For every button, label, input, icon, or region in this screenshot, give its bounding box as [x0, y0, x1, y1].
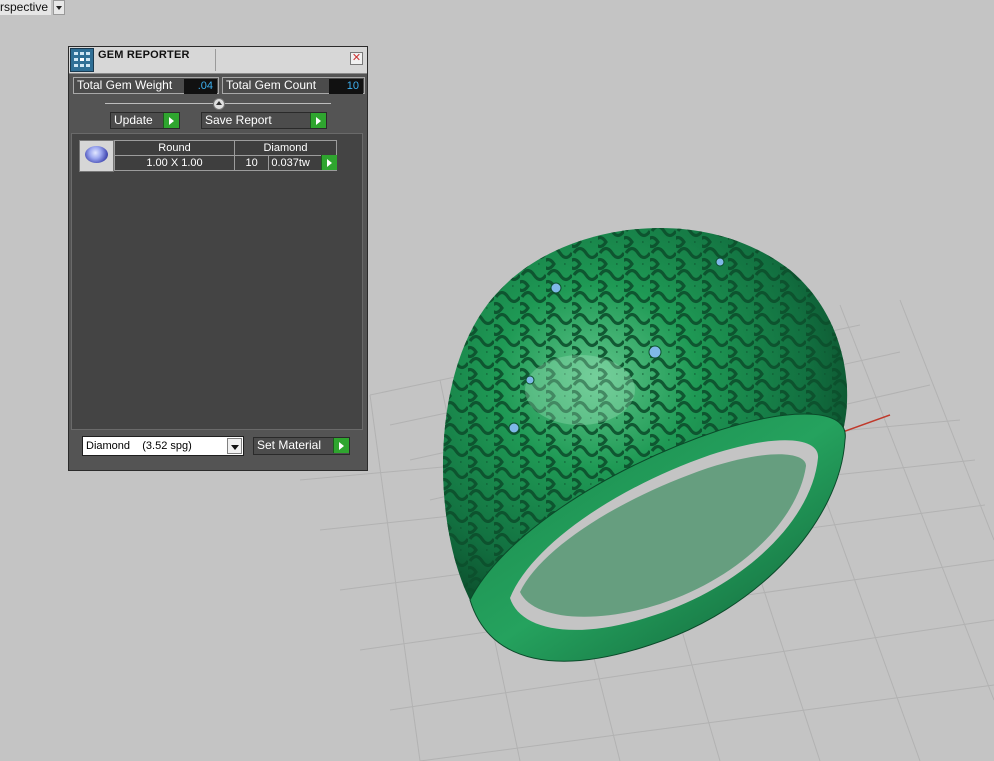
- gem-reporter-icon: [70, 48, 94, 72]
- save-report-label: Save Report: [205, 113, 272, 127]
- play-arrow-icon: [163, 113, 179, 128]
- gem-reporter-panel: GEM REPORTER ✕ Total Gem Weight .04 Tota…: [68, 46, 368, 471]
- viewport-label: rspective: [0, 0, 52, 15]
- gem-count: 10: [233, 155, 270, 171]
- total-weight-value: .04: [184, 79, 217, 94]
- panel-title: GEM REPORTER: [98, 49, 190, 61]
- title-divider: [215, 49, 216, 71]
- material-select[interactable]: Diamond (3.52 spg): [82, 436, 244, 456]
- gem-table: Round Diamond 1.00 X 1.00 10 0.037tw: [114, 140, 337, 171]
- gem-material: Diamond: [234, 140, 337, 156]
- play-arrow-icon: [310, 113, 326, 128]
- update-label: Update: [114, 113, 153, 127]
- total-count-field: Total Gem Count 10: [222, 77, 365, 94]
- viewport-title-tab[interactable]: rspective: [0, 0, 66, 15]
- ring-model: [442, 227, 848, 662]
- set-material-button[interactable]: Set Material: [253, 437, 350, 455]
- gem-weight-cell[interactable]: 0.037tw: [268, 155, 337, 171]
- set-material-label: Set Material: [257, 438, 322, 452]
- play-arrow-icon: [333, 438, 349, 453]
- total-weight-label: Total Gem Weight: [77, 78, 173, 92]
- totals-row: Total Gem Weight .04 Total Gem Count 10: [73, 77, 365, 94]
- table-row: Round Diamond: [114, 140, 337, 156]
- play-arrow-icon[interactable]: [321, 155, 337, 170]
- gem-list: Round Diamond 1.00 X 1.00 10 0.037tw: [71, 133, 363, 430]
- total-weight-field: Total Gem Weight .04: [73, 77, 219, 94]
- gem-thumbnail[interactable]: [79, 140, 114, 172]
- material-row: Diamond (3.52 spg) Set Material: [82, 436, 366, 456]
- slider-handle-icon[interactable]: [213, 98, 225, 110]
- total-count-label: Total Gem Count: [226, 78, 317, 92]
- close-icon[interactable]: ✕: [350, 52, 363, 65]
- gem-weight: 0.037tw: [271, 157, 310, 169]
- save-report-button[interactable]: Save Report: [201, 112, 327, 129]
- panel-titlebar[interactable]: GEM REPORTER ✕: [69, 47, 367, 74]
- gem-size: 1.00 X 1.00: [114, 155, 235, 171]
- total-count-value: 10: [329, 79, 363, 94]
- table-row: 1.00 X 1.00 10 0.037tw: [114, 155, 337, 171]
- material-select-value: Diamond (3.52 spg): [86, 440, 192, 452]
- round-gem-icon: [85, 146, 108, 163]
- update-button[interactable]: Update: [110, 112, 180, 129]
- gem-shape: Round: [114, 140, 235, 156]
- chevron-down-icon[interactable]: [227, 438, 242, 454]
- chevron-down-icon[interactable]: [53, 0, 66, 15]
